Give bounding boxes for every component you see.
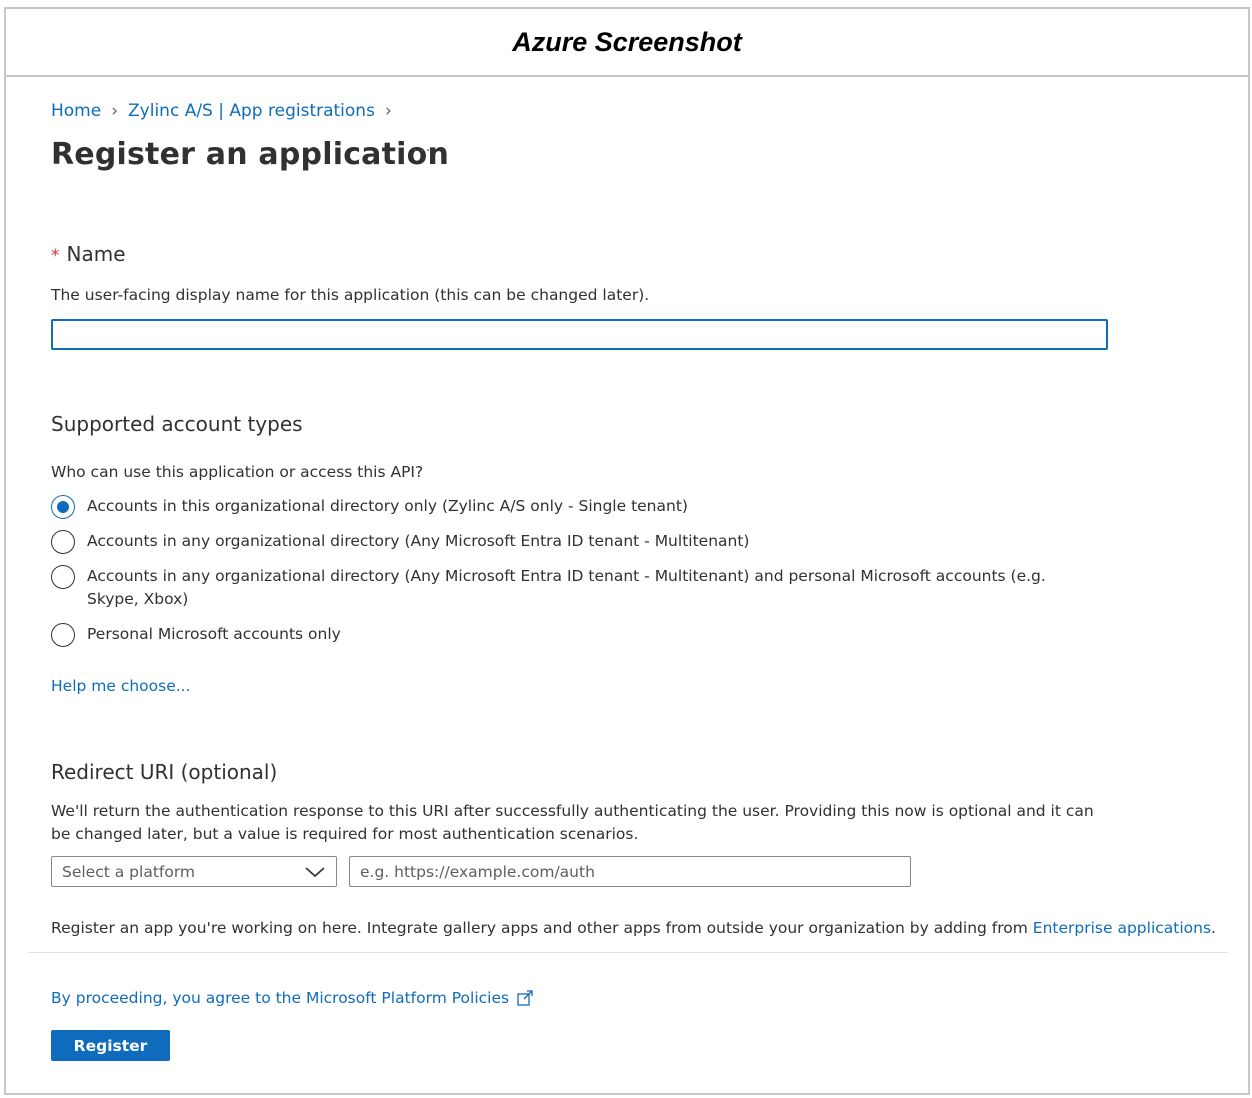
name-input[interactable] [51, 319, 1108, 350]
redirect-uri-description: We'll return the authentication response… [51, 802, 1094, 843]
platform-policies-text: By proceeding, you agree to the Microsof… [51, 989, 510, 1007]
required-indicator: * [51, 246, 60, 266]
platform-select-value: Select a platform [62, 862, 196, 881]
account-types-title: Supported account types [51, 412, 303, 436]
footer-divider [28, 952, 1228, 953]
platform-policies-link[interactable]: By proceeding, you agree to the Microsof… [51, 989, 534, 1007]
register-button[interactable]: Register [51, 1030, 170, 1061]
breadcrumb-app-registrations[interactable]: Zylinc A/S | App registrations [128, 101, 375, 121]
radio-unselected-icon[interactable] [51, 623, 75, 647]
radio-selected-icon[interactable] [51, 495, 75, 519]
radio-label: Accounts in any organizational directory… [87, 532, 750, 550]
page-title: Register an application [51, 137, 450, 172]
breadcrumb: Home › Zylinc A/S | App registrations › [51, 101, 402, 121]
register-note-suffix: . [1211, 919, 1216, 937]
help-me-choose-link[interactable]: Help me choose... [51, 677, 191, 695]
more-options-button[interactable]: ··· [413, 143, 432, 159]
account-types-question: Who can use this application or access t… [51, 463, 424, 481]
external-link-icon [517, 990, 533, 1006]
redirect-uri-input[interactable] [349, 856, 911, 887]
redirect-uri-title: Redirect URI (optional) [51, 760, 278, 784]
radio-label: Personal Microsoft accounts only [87, 625, 341, 643]
account-type-option-personal-only[interactable]: Personal Microsoft accounts only [51, 623, 1097, 647]
radio-unselected-icon[interactable] [51, 530, 75, 554]
radio-unselected-icon[interactable] [51, 565, 75, 589]
platform-select[interactable]: Select a platform [51, 856, 337, 887]
name-description: The user-facing display name for this ap… [51, 286, 650, 304]
radio-dot [57, 501, 69, 513]
register-note: Register an app you're working on here. … [51, 919, 1216, 937]
breadcrumb-chevron-icon: › [111, 101, 119, 121]
caption-bar: Azure Screenshot [6, 9, 1248, 77]
account-type-option-single-tenant[interactable]: Accounts in this organizational director… [51, 495, 1097, 519]
enterprise-applications-link[interactable]: Enterprise applications [1033, 919, 1211, 937]
account-type-option-multitenant[interactable]: Accounts in any organizational directory… [51, 530, 1097, 554]
register-note-text: Register an app you're working on here. … [51, 919, 1033, 937]
radio-label: Accounts in any organizational directory… [87, 567, 1046, 608]
chevron-down-icon [305, 866, 325, 877]
account-type-option-multitenant-personal[interactable]: Accounts in any organizational directory… [51, 565, 1097, 611]
breadcrumb-chevron-icon: › [384, 101, 392, 121]
name-label: * Name [51, 242, 126, 266]
breadcrumb-home[interactable]: Home [51, 101, 101, 121]
radio-label: Accounts in this organizational director… [87, 497, 688, 515]
register-app-blade: Home › Zylinc A/S | App registrations › … [6, 79, 1248, 1095]
caption-title: Azure Screenshot [512, 26, 742, 57]
screenshot-frame: Azure Screenshot Home › Zylinc A/S | App… [4, 7, 1250, 1095]
name-label-text: Name [66, 242, 126, 266]
